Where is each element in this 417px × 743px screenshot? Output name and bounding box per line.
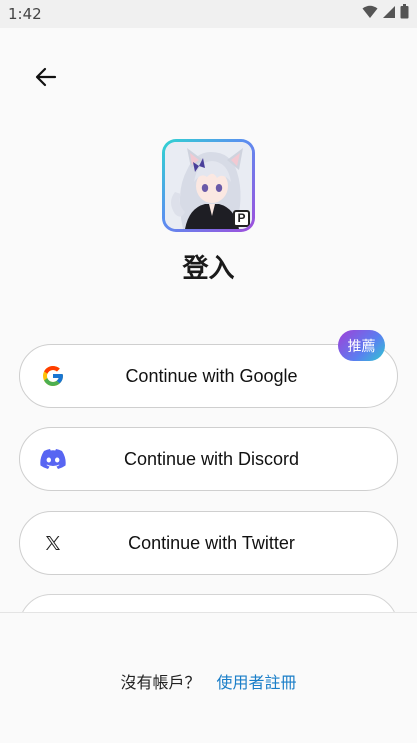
discord-icon [40,446,66,472]
cellular-icon [382,5,396,24]
status-icons [362,4,409,24]
status-bar: 1:42 [0,0,417,28]
discord-login-button[interactable]: Continue with Discord [19,427,398,491]
status-time: 1:42 [8,5,42,23]
back-button[interactable] [28,61,64,97]
twitter-login-label: Continue with Twitter [128,532,295,553]
google-login-label: Continue with Google [125,365,298,386]
logo-badge: P [233,210,250,227]
signup-row: 沒有帳戶？ 使用者註冊 [0,669,417,693]
login-screen: P 登入 推薦 Continue with Google Continue wi… [0,28,417,743]
x-twitter-icon [40,530,66,556]
signup-link[interactable]: 使用者註冊 [217,673,297,692]
google-icon [40,363,66,389]
arrow-left-icon [35,67,57,92]
wifi-icon [362,5,378,24]
app-logo: P [162,139,255,232]
twitter-login-button[interactable]: Continue with Twitter [19,511,398,575]
bottom-panel: 沒有帳戶？ 使用者註冊 [0,612,417,743]
app-logo-image: P [165,142,252,229]
battery-icon [400,4,409,24]
no-account-text: 沒有帳戶？ [120,673,201,692]
recommended-badge: 推薦 [338,330,385,361]
discord-login-label: Continue with Discord [123,448,300,469]
logo-badge-letter: P [235,212,248,225]
page-title: 登入 [182,254,235,284]
